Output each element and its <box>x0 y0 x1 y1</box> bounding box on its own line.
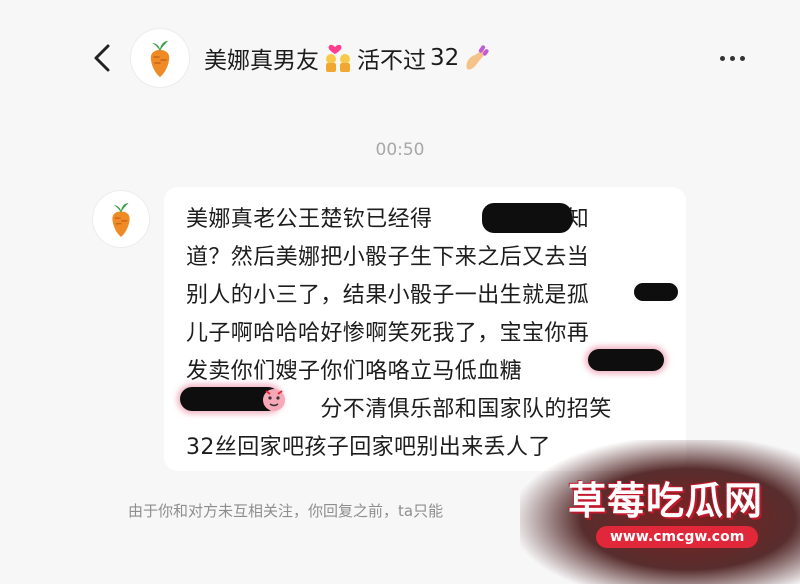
couple-emoji-icon <box>321 43 355 73</box>
watermark-text: 草莓吃瓜网 <box>568 479 764 523</box>
watermark-url: www.cmcgw.com <box>596 526 759 548</box>
message-timestamp: 00:50 <box>375 140 425 160</box>
message-line: 美娜真老公王楚钦已经得 你不知 <box>186 207 590 232</box>
carrot-icon <box>112 203 130 237</box>
message-line: 儿子啊哈哈哈好惨啊笑死我了，宝宝你再 <box>186 321 590 346</box>
chevron-left-icon <box>94 44 110 72</box>
chat-header: 美娜真男友 活不过 32 <box>0 0 800 118</box>
more-dot <box>739 55 745 61</box>
more-dots-icon <box>719 55 725 61</box>
sticker-emoji-icon <box>263 389 285 411</box>
chat-title: 美娜真男友 活不过 32 <box>204 40 493 76</box>
message-bubble[interactable]: 美娜真老公王楚钦已经得 你不知 道？然后美娜把小骰子生下来之后又去当 别人的小三… <box>164 187 686 471</box>
sender-avatar[interactable] <box>92 190 150 248</box>
more-dot <box>729 55 735 61</box>
watermark-logo: 草莓吃瓜网 www.cmcgw.com <box>520 440 800 584</box>
more-options-button[interactable] <box>710 42 754 74</box>
contact-avatar[interactable] <box>130 28 190 88</box>
carrot-icon <box>150 41 170 77</box>
nail-polish-emoji-icon <box>461 43 491 73</box>
follow-notice: 由于你和对方未互相关注，你回复之前，ta只能 <box>128 502 444 520</box>
back-button[interactable] <box>84 38 120 78</box>
message-line: 别人的小三了，结果小骰子一出生就是孤 <box>186 283 590 308</box>
redaction-mark <box>588 349 664 371</box>
title-text-start: 美娜真男友 <box>204 48 319 74</box>
message-line: 道？然后美娜把小骰子生下来之后又去当 <box>186 245 590 270</box>
title-text-number: 32 <box>430 45 460 71</box>
redaction-mark <box>634 283 678 301</box>
redaction-mark <box>482 203 572 233</box>
title-text-middle: 活不过 <box>357 48 426 74</box>
